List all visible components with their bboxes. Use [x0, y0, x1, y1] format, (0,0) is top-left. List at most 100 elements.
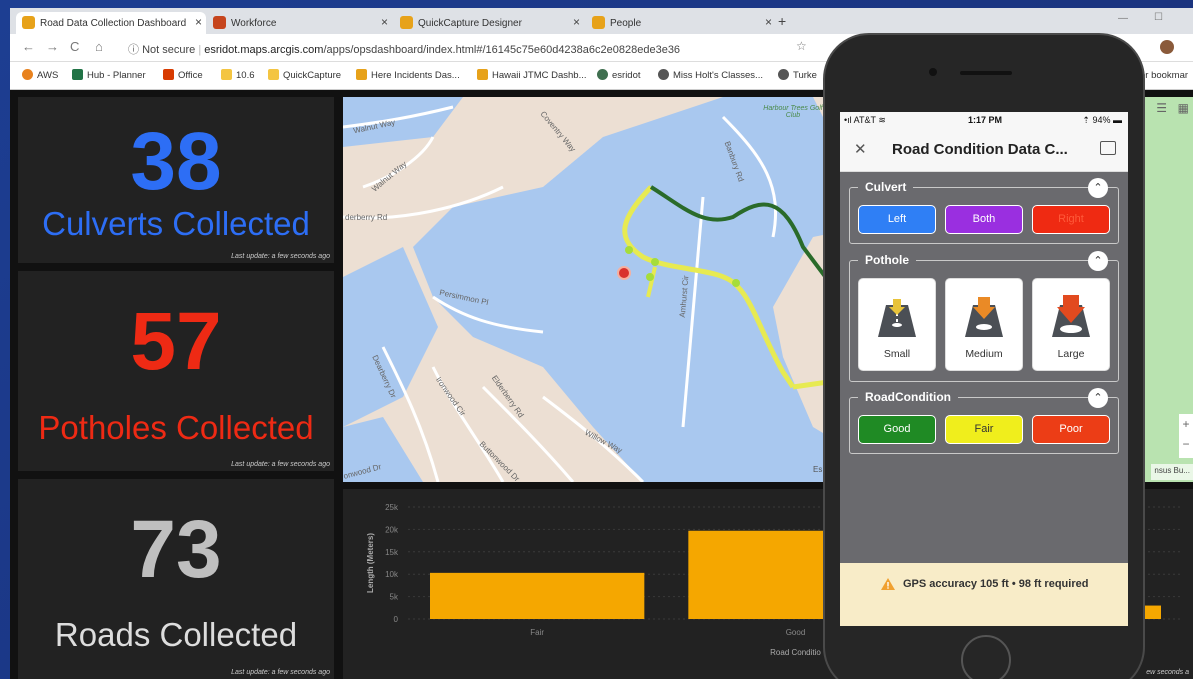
capture-body: Culvert ⌃ Left Both Right Pothole ⌃ Smal… [840, 172, 1128, 563]
bookmark-label: QuickCapture [283, 70, 342, 81]
close-icon[interactable]: ✕ [854, 140, 867, 158]
pothole-label: Medium [965, 348, 1003, 360]
quickcapture-app: •ıl AT&T ≋ 1:17 PM ⇡ 94% ▬ ✕ Road Condit… [840, 112, 1128, 626]
bookmark-item[interactable]: Hub - Planner [72, 69, 146, 81]
x-tick-label: Fair [530, 628, 544, 637]
road-vertex [646, 273, 654, 281]
bookmark-label: Here Incidents Das... [371, 70, 460, 81]
tab-people[interactable]: People × [586, 12, 776, 34]
pothole-point[interactable] [617, 266, 631, 280]
tab-title: People [610, 17, 642, 29]
close-tab-icon[interactable]: × [381, 15, 388, 29]
screenshot-root: Road Data Collection Dashboard × Workfor… [0, 0, 1193, 679]
bookmark-item[interactable]: Miss Holt's Classes... [658, 69, 763, 81]
stat-value: 57 [130, 296, 222, 387]
tab-favicon [592, 16, 605, 29]
condition-poor-button[interactable]: Poor [1032, 415, 1110, 444]
bookmark-item[interactable]: esridot [597, 69, 641, 81]
condition-good-button[interactable]: Good [858, 415, 936, 444]
x-axis-label: Road Conditio [770, 648, 821, 657]
folder-icon [221, 69, 232, 80]
info-icon: ⓘ [128, 44, 143, 56]
tab-workforce[interactable]: Workforce × [207, 12, 392, 34]
bookmark-item[interactable]: Hawaii JTMC Dashb... [477, 69, 587, 81]
group-culvert: Culvert ⌃ Left Both Right [849, 178, 1119, 244]
pothole-label: Small [883, 348, 911, 360]
other-bookmarks[interactable]: er bookmar [1140, 70, 1188, 81]
tab-quickcapture-designer[interactable]: QuickCapture Designer × [394, 12, 584, 34]
map-toggle-icon[interactable] [1100, 141, 1116, 155]
collapse-icon[interactable]: ⌃ [1088, 178, 1108, 198]
basemap-icon[interactable]: ▦ [1178, 101, 1189, 115]
carrier-label: •ıl AT&T ≋ [844, 115, 886, 125]
condition-fair-button[interactable]: Fair [945, 415, 1023, 444]
y-tick-label: 20k [385, 525, 399, 534]
pothole-large-icon [1052, 295, 1090, 337]
tab-road-dashboard[interactable]: Road Data Collection Dashboard × [16, 12, 206, 34]
bookmark-star-icon[interactable]: ☆ [796, 39, 807, 53]
bookmark-label: 10.6 [236, 70, 255, 81]
bookmark-label: Miss Holt's Classes... [673, 70, 763, 81]
road-vertex [625, 246, 633, 254]
group-pothole: Pothole ⌃ Small Medium Large [849, 251, 1119, 382]
bookmark-label: Turke [793, 70, 817, 81]
zoom-controls[interactable]: + − [1179, 414, 1193, 458]
bookmark-item[interactable]: Turke [778, 69, 817, 81]
bookmark-item[interactable]: 10.6 [221, 69, 255, 81]
water [343, 97, 463, 147]
park-label: Harbour Trees Golf Club [763, 105, 823, 119]
url-field[interactable]: ⓘ Not secure | esridot.maps.arcgis.com/a… [128, 41, 680, 57]
bookmark-label: AWS [37, 70, 59, 81]
list-icon[interactable]: ☰ [1156, 101, 1167, 115]
bookmark-label: Hub - Planner [87, 70, 146, 81]
profile-avatar[interactable] [1160, 40, 1174, 54]
home-icon[interactable]: ⌂ [95, 39, 103, 54]
pothole-medium-button[interactable]: Medium [945, 278, 1023, 371]
tab-title: QuickCapture Designer [418, 17, 522, 29]
home-button[interactable] [961, 635, 1011, 679]
new-tab-button[interactable]: + [778, 13, 786, 29]
collapse-icon[interactable]: ⌃ [1088, 388, 1108, 408]
culvert-right-button[interactable]: Right [1032, 205, 1110, 234]
forward-icon[interactable]: → [46, 39, 59, 54]
x-tick-label: Good [786, 628, 806, 637]
collapse-icon[interactable]: ⌃ [1088, 251, 1108, 271]
stat-roads: 73 Roads Collected Last update: a few se… [18, 479, 334, 679]
bookmark-label: esridot [612, 70, 641, 81]
culvert-both-button[interactable]: Both [945, 205, 1023, 234]
stat-label: Potholes Collected [38, 409, 314, 446]
stat-value: 38 [130, 116, 222, 207]
gps-accuracy-text: GPS accuracy 105 ft • 98 ft required [903, 578, 1089, 590]
tab-favicon [213, 16, 226, 29]
back-icon[interactable]: ← [22, 39, 35, 54]
bookmark-icon [163, 69, 174, 80]
reload-icon[interactable]: C [70, 39, 79, 54]
road-vertex [651, 258, 659, 266]
status-bar: •ıl AT&T ≋ 1:17 PM ⇡ 94% ▬ [840, 112, 1128, 128]
pothole-small-icon [878, 299, 916, 337]
y-axis-label: Length (Meters) [366, 533, 375, 593]
bookmark-item[interactable]: Office [163, 69, 203, 81]
folder-icon [268, 69, 279, 80]
bookmark-icon [22, 69, 33, 80]
time-label: 1:17 PM [968, 115, 1003, 125]
tab-favicon [400, 16, 413, 29]
url-path: /apps/opsdashboard/index.html#/16145c75e… [323, 44, 681, 56]
bookmark-icon [72, 69, 83, 80]
road-vertex [732, 279, 740, 287]
close-tab-icon[interactable]: × [765, 15, 772, 29]
culvert-left-button[interactable]: Left [858, 205, 936, 234]
gps-accuracy-bar: GPS accuracy 105 ft • 98 ft required [840, 563, 1128, 626]
app-header: ✕ Road Condition Data C... [840, 128, 1128, 172]
close-tab-icon[interactable]: × [195, 15, 202, 29]
close-tab-icon[interactable]: × [573, 15, 580, 29]
pothole-large-button[interactable]: Large [1032, 278, 1110, 371]
bookmark-item[interactable]: Here Incidents Das... [356, 69, 460, 81]
minimize-icon[interactable]: — [1118, 13, 1128, 24]
maximize-icon[interactable]: ☐ [1154, 12, 1163, 23]
y-tick-label: 25k [385, 503, 399, 512]
tab-favicon [22, 16, 35, 29]
pothole-small-button[interactable]: Small [858, 278, 936, 371]
bookmark-item[interactable]: AWS [22, 69, 59, 81]
bookmark-item[interactable]: QuickCapture [268, 69, 342, 81]
